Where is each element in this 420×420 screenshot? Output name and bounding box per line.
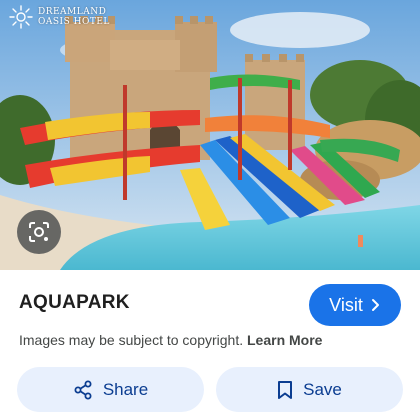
share-label: Share <box>102 379 149 399</box>
save-button[interactable]: Save <box>216 367 403 412</box>
hotel-logo-line1: DREAMLAND <box>38 7 107 17</box>
aquapark-image <box>0 0 420 270</box>
hotel-logo: DREAMLAND OASIS HOTEL <box>8 4 110 30</box>
result-title: AQUAPARK <box>19 292 130 313</box>
aquapark-photo[interactable]: DREAMLAND OASIS HOTEL <box>0 0 420 270</box>
save-label: Save <box>303 379 342 399</box>
chevron-right-icon <box>371 299 379 311</box>
sun-logo-icon <box>9 5 33 29</box>
share-icon <box>74 380 92 399</box>
share-button[interactable]: Share <box>17 367 204 412</box>
hotel-logo-line2: OASIS HOTEL <box>38 17 110 27</box>
lens-icon <box>29 222 49 242</box>
visit-button-label: Visit <box>329 294 363 315</box>
learn-more-link[interactable]: Learn More <box>247 332 322 348</box>
copyright-text: Images may be subject to copyright. <box>19 332 244 348</box>
copyright-notice: Images may be subject to copyright. Lear… <box>19 332 322 348</box>
lens-button[interactable] <box>17 210 61 254</box>
visit-button[interactable]: Visit <box>309 284 401 326</box>
bookmark-icon <box>278 380 293 399</box>
